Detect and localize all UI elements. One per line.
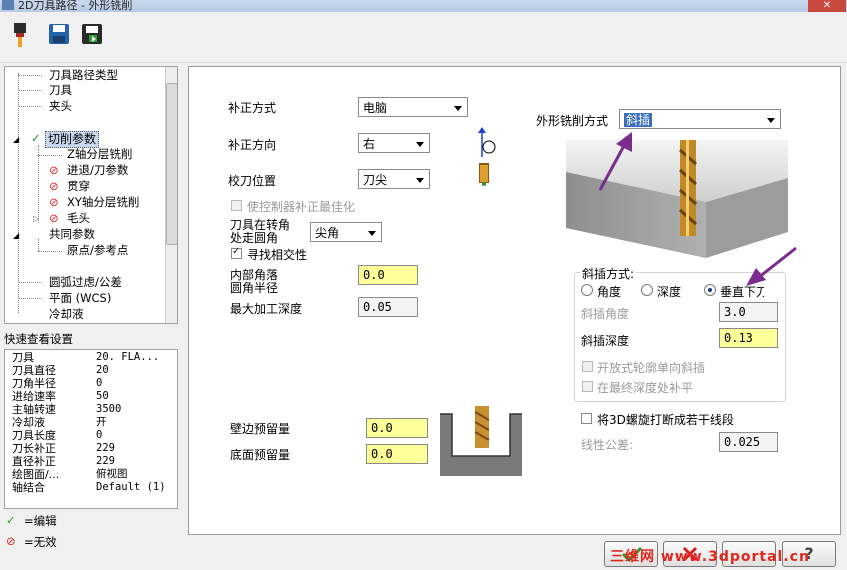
comp-type-label: 补正方式: [228, 101, 277, 115]
optimize-checkbox[interactable]: [231, 200, 242, 211]
list-item: 轴结合 Default (1): [12, 481, 166, 494]
legend-invalid: =无效: [24, 535, 57, 549]
inner-corner-label-2: 圆角半径: [230, 281, 279, 295]
parameter-tree: 刀具路径类型 刀具 夹头 ◢ ✓ 切削参数 Z轴分层铣削 ⊘ 进退/刀参数 ⊘ …: [4, 66, 178, 324]
helix-break-checkbox[interactable]: [581, 413, 592, 424]
tool-tip-icon: [476, 163, 492, 189]
floor-stock-field[interactable]: 0.0: [366, 444, 428, 464]
tree-item-home[interactable]: 原点/参考点: [67, 243, 128, 258]
tool-icon[interactable]: [9, 22, 31, 48]
tree-scrollbar-thumb[interactable]: [166, 83, 177, 245]
wall-stock-label: 壁边预留量: [230, 422, 291, 436]
open-one-way-label: 开放式轮廓单向斜插: [597, 361, 706, 375]
max-depth-label: 最大加工深度: [230, 302, 303, 316]
optimize-label: 使控制器补正最佳化: [247, 200, 356, 214]
final-depth-comp-checkbox[interactable]: [582, 381, 593, 392]
quick-view-list: 刀具 20. FLA... 刀具直径 20 刀角半径 0 进给速率 50 主轴转速 350…: [4, 349, 178, 509]
list-item: 绘图面/... 俯视图: [12, 468, 128, 481]
open-one-way-checkbox[interactable]: [582, 361, 593, 372]
contour-type-select[interactable]: 斜插: [619, 109, 781, 129]
invalid-icon: ⊘: [49, 195, 59, 209]
contour-type-label: 外形铣削方式: [536, 114, 609, 128]
annotation-arrow-icon: [596, 130, 636, 194]
floor-stock-label: 底面预留量: [230, 448, 291, 462]
export-icon[interactable]: [80, 22, 102, 48]
close-button[interactable]: ✕: [808, 0, 846, 12]
tree-item-lead-in-out[interactable]: 进退/刀参数: [67, 163, 128, 178]
window-title: 2D刀具路径 - 外形铣削: [18, 0, 133, 12]
list-item: 直径补正 229: [12, 455, 115, 468]
stock-illustration: [438, 406, 526, 478]
list-item: 主轴转速 3500: [12, 403, 122, 416]
ramp-depth-field[interactable]: 0.13: [719, 328, 778, 348]
linear-tol-label: 线性公差:: [581, 438, 634, 452]
linear-tol-field[interactable]: 0.025: [719, 432, 778, 452]
annotation-arrow-icon: [744, 244, 800, 288]
tree-collapse-icon[interactable]: ◢: [13, 227, 19, 242]
watermark: 三维网 www.3dportal.cn: [610, 549, 810, 565]
ramp-angle-field[interactable]: 3.0: [719, 302, 778, 322]
tree-item-multi-passes[interactable]: XY轴分层铣削: [67, 195, 139, 210]
comp-direction-icon: [476, 125, 500, 159]
ramp-group-title: 斜插方式:: [580, 265, 637, 282]
tree-item-break-through[interactable]: 贯穿: [67, 179, 90, 194]
ramp-plunge-radio[interactable]: [704, 284, 716, 296]
tree-item-linking[interactable]: 共同参数: [49, 227, 95, 242]
toolbar: [0, 12, 847, 63]
title-bar: 2D刀具路径 - 外形铣削: [0, 0, 847, 12]
tree-collapse-icon[interactable]: ◢: [13, 131, 19, 146]
list-item: 刀具长度 0: [12, 429, 103, 442]
list-item: 刀具 20. FLA...: [12, 351, 160, 364]
invalid-icon: ⊘: [49, 163, 59, 177]
infinite-look-ahead-label: 寻找相交性: [247, 248, 308, 262]
corner-label-2: 处走圆角: [230, 231, 279, 245]
tip-comp-label: 校刀位置: [228, 174, 277, 188]
ramp-angle-radio[interactable]: [581, 284, 593, 296]
quick-view-title: 快速查看设置: [4, 332, 73, 346]
invalid-icon: ⊘: [49, 211, 59, 225]
comp-dir-select[interactable]: 右: [358, 133, 430, 153]
ramp-depth-radio[interactable]: [641, 284, 653, 296]
invalid-icon: ⊘: [49, 179, 59, 193]
invalid-icon: ⊘: [6, 534, 16, 548]
legend-edit: =编辑: [24, 514, 57, 528]
ramp-depth-label: 斜插深度: [581, 334, 630, 348]
tree-expand-icon[interactable]: ▷: [33, 211, 39, 226]
helix-break-label: 将3D螺旋打断成若干线段: [597, 413, 734, 427]
list-item: 刀长补正 229: [12, 442, 115, 455]
tree-item-arc-filter[interactable]: 圆弧过虑/公差: [49, 275, 122, 290]
tree-item-tabs[interactable]: 毛头: [67, 211, 90, 226]
corner-select[interactable]: 尖角: [310, 222, 382, 242]
tree-item-toolpath-type[interactable]: 刀具路径类型: [49, 68, 118, 83]
infinite-look-ahead-checkbox[interactable]: [231, 246, 242, 259]
comp-type-select[interactable]: 电脑: [358, 97, 468, 117]
tip-comp-select[interactable]: 刀尖: [358, 169, 430, 189]
tree-item-tool[interactable]: 刀具: [49, 83, 72, 98]
list-item: 冷却液开: [12, 416, 107, 429]
list-item: 刀角半径 0: [12, 377, 103, 390]
comp-dir-label: 补正方向: [228, 138, 277, 152]
inner-corner-field[interactable]: 0.0: [358, 265, 418, 285]
ramp-depth-option: 深度: [657, 285, 682, 299]
tree-item-depth-cuts[interactable]: Z轴分层铣削: [67, 147, 132, 162]
wall-stock-field[interactable]: 0.0: [366, 418, 428, 438]
ramp-angle-label: 斜插角度: [581, 307, 630, 321]
check-icon: ✓: [31, 131, 41, 145]
tree-item-planes[interactable]: 平面 (WCS): [49, 291, 111, 306]
app-icon: [2, 0, 14, 10]
ramp-angle-option: 角度: [597, 285, 622, 299]
list-item: 刀具直径 20: [12, 364, 109, 377]
final-depth-comp-label: 在最终深度处补平: [597, 381, 694, 395]
list-item: 进给速率 50: [12, 390, 109, 403]
save-icon[interactable]: [48, 22, 70, 48]
tree-item-holder[interactable]: 夹头: [49, 99, 72, 114]
check-icon: ✓: [6, 513, 16, 527]
tree-item-coolant[interactable]: 冷却液: [49, 307, 84, 322]
max-depth-field[interactable]: 0.05: [358, 297, 418, 317]
